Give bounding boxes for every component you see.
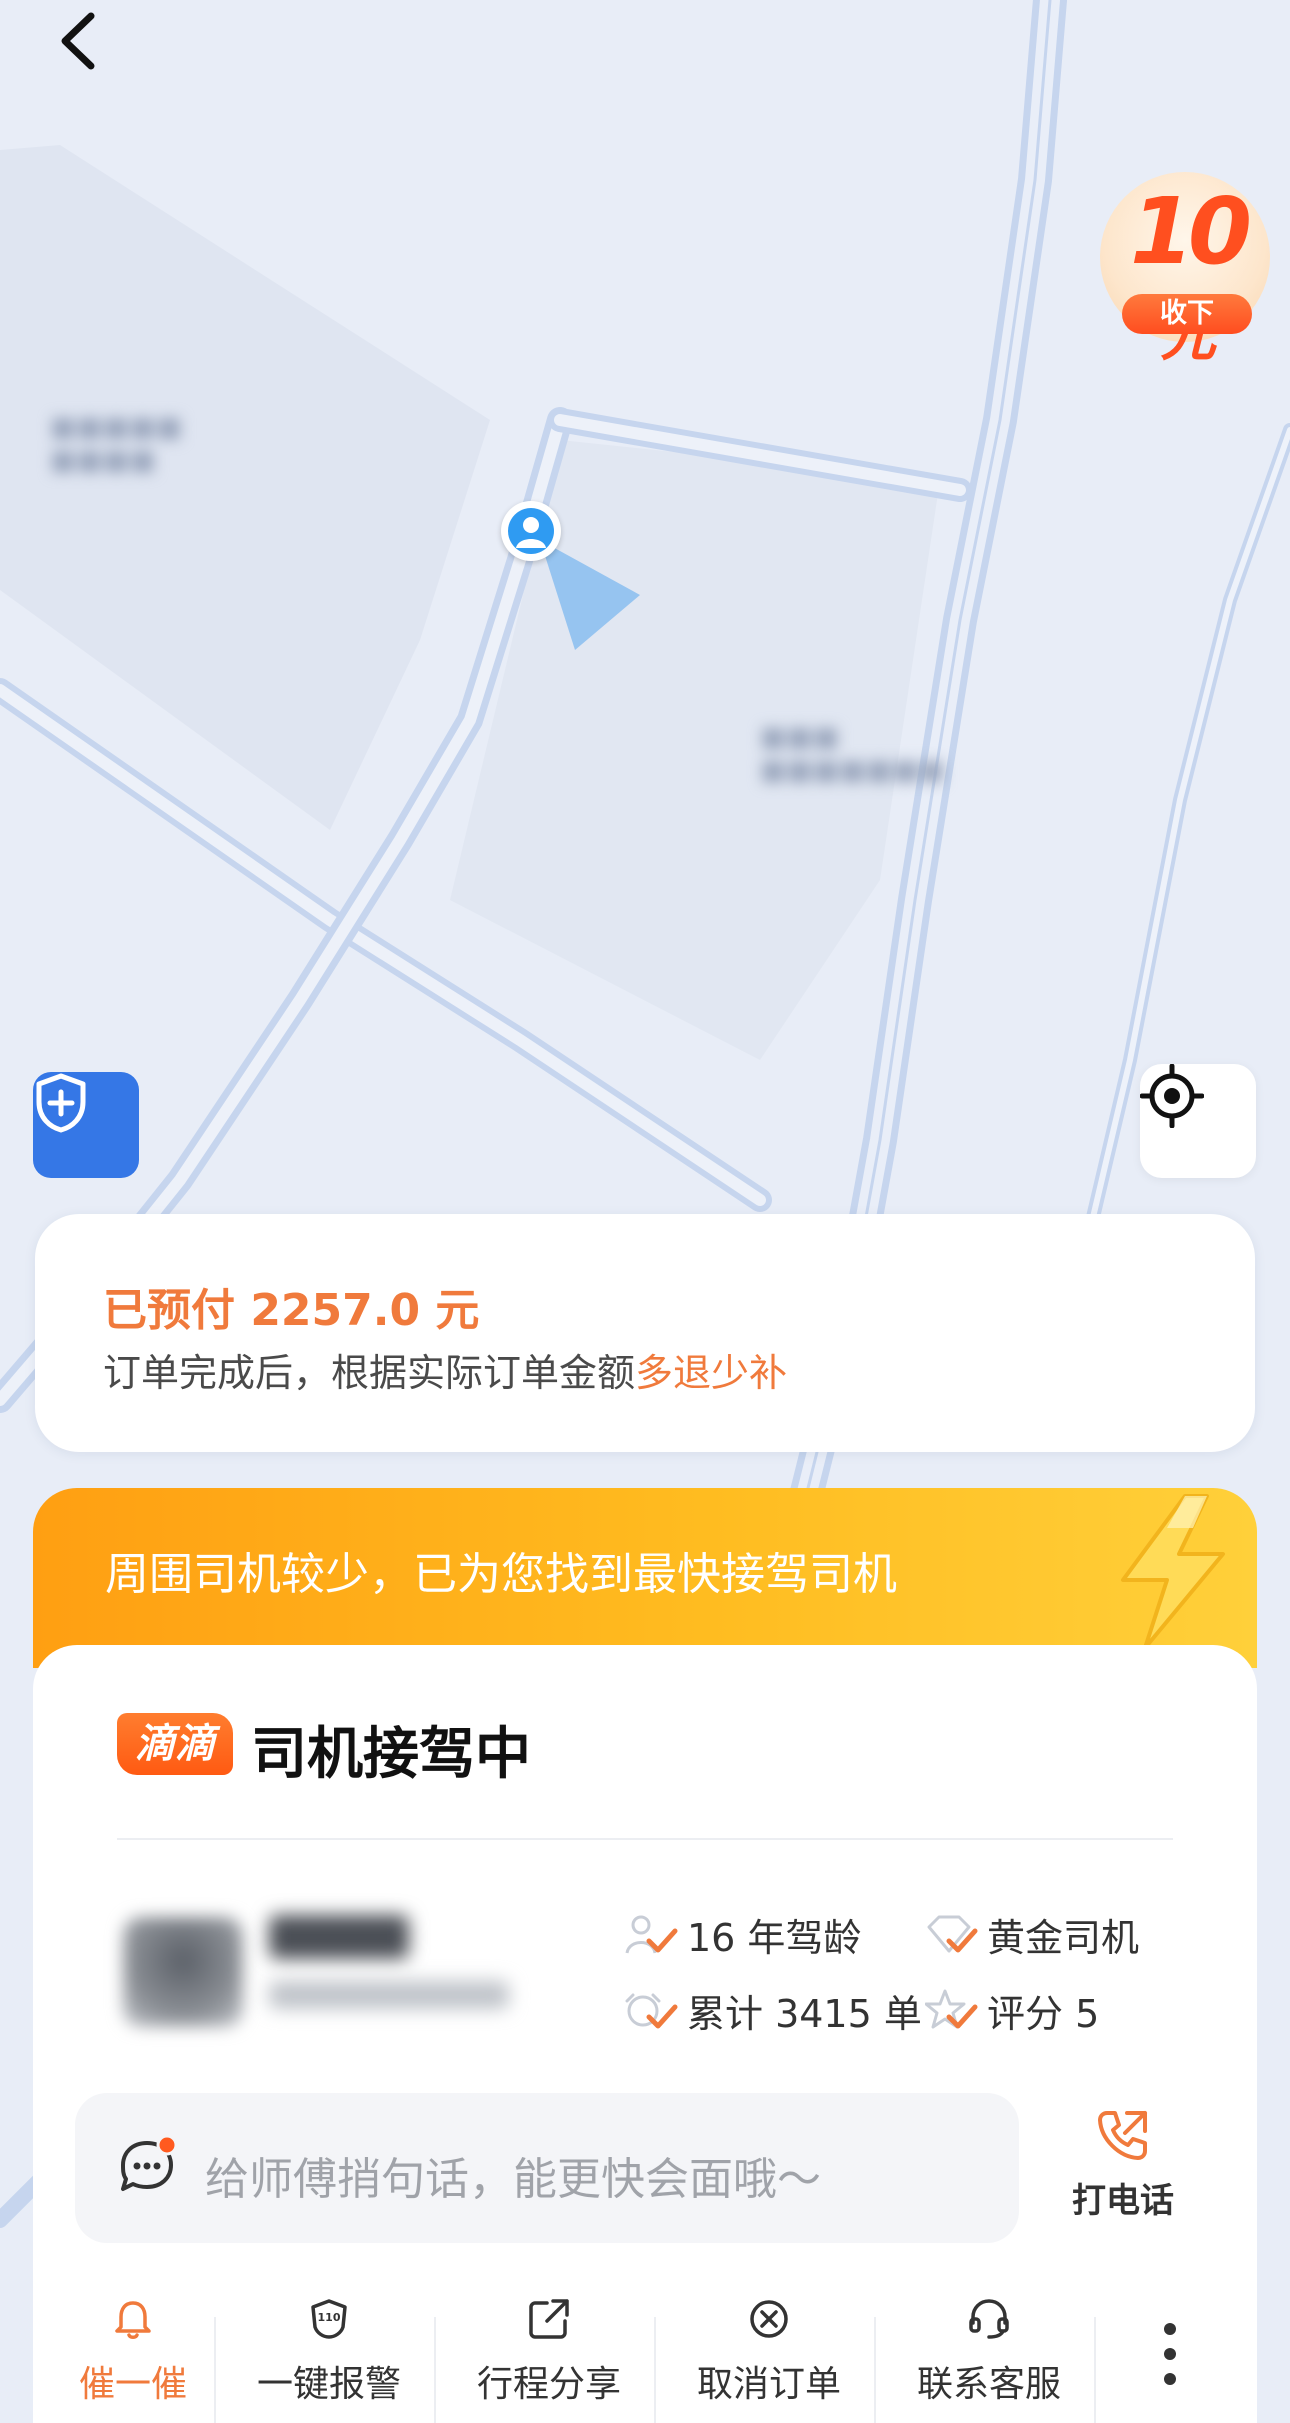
user-location-pin [501,501,561,561]
chevron-left-icon [61,12,95,70]
trip-status-title: 司机接驾中 [251,1722,531,1787]
action-bar: 催一催 110 一键报警 行程分享 取消订单 联系客服 [33,2297,1257,2423]
map-place-label: ■■■ ■■■■■■■ [760,720,946,786]
divider [434,2317,436,2423]
cancel-order-button[interactable]: 取消订单 [669,2297,869,2407]
phone-icon [1098,2111,1147,2160]
action-label: 行程分享 [476,2364,621,2405]
safety-center-button[interactable] [33,1072,139,1178]
crosshair-icon [1140,1064,1204,1128]
call-driver-button[interactable]: 打电话 [1043,2105,1203,2222]
didi-logo: 滴滴 [117,1713,233,1775]
back-button[interactable] [55,10,125,90]
headset-icon [969,2299,1009,2339]
bell-icon [115,2301,151,2339]
call-label: 打电话 [1072,2181,1174,2221]
driver-gold-level: 黄金司机 [925,1907,1139,1962]
driver-avatar[interactable] [123,1917,243,2027]
person-icon [516,517,546,548]
driver-order-count: 累计 3415 单 [625,1983,922,2038]
coupon-amount: 10元 [1129,178,1252,369]
emergency-call-button[interactable]: 110 一键报警 [229,2297,429,2407]
recenter-location-button[interactable] [1140,1064,1256,1178]
driver-experience: 16 年驾龄 [625,1907,861,1962]
refund-highlight: 多退少补 [635,1351,788,1395]
more-vertical-icon [1164,2323,1176,2385]
driver-plate-redacted [269,1981,509,2009]
driver-panel: 滴滴 司机接驾中 16 年驾龄 黄金司机 累计 3415 单 评分 5 给师傅捎… [33,1645,1257,2423]
gold-badge-icon [927,1915,978,1952]
driver-found-banner: 周围司机较少，已为您找到最快接驾司机 [33,1488,1257,1668]
map-place-label: ■■■■■ ■■■■ [50,410,183,476]
driver-name-redacted [269,1915,409,1959]
prepaid-note: 订单完成后，根据实际订单金额多退少补 [103,1351,788,1395]
divider [1094,2317,1096,2423]
banner-text: 周围司机较少，已为您找到最快接驾司机 [105,1549,897,1600]
action-label: 取消订单 [696,2364,841,2405]
action-label: 催一催 [78,2364,187,2405]
coupon-promo-button[interactable]: 10元 收下 [1100,172,1270,365]
divider [214,2317,216,2423]
driver-rating: 评分 5 [925,1983,1099,2038]
message-driver-input[interactable]: 给师傅捎句话，能更快会面哦～ [75,2093,1019,2243]
driver-age-icon [625,1915,678,1953]
prepaid-amount: 已预付 2257.0 元 [103,1285,480,1336]
action-label: 一键报警 [256,2364,401,2405]
chat-bubble-icon [121,2135,178,2191]
lightning-icon [1121,1494,1225,1650]
action-label: 联系客服 [916,2364,1061,2405]
cancel-circle-icon [750,2300,788,2338]
share-trip-button[interactable]: 行程分享 [449,2297,649,2407]
more-options-button[interactable] [1105,2297,1235,2393]
coupon-claim-label: 收下 [1122,294,1252,334]
svg-text:110: 110 [318,2311,341,2324]
divider [117,1838,1173,1840]
share-icon [529,2299,569,2339]
customer-service-button[interactable]: 联系客服 [889,2297,1089,2407]
shield-plus-icon [36,1073,86,1133]
police-110-icon: 110 [311,2299,347,2339]
message-placeholder: 给师傅捎句话，能更快会面哦～ [205,2154,821,2205]
divider [654,2317,656,2423]
hurry-driver-button[interactable]: 催一催 [33,2297,233,2407]
prepaid-card: 已预付 2257.0 元 订单完成后，根据实际订单金额多退少补 [35,1214,1255,1452]
divider [874,2317,876,2423]
rating-star-icon [925,1989,978,2028]
order-count-icon [625,1993,678,2028]
